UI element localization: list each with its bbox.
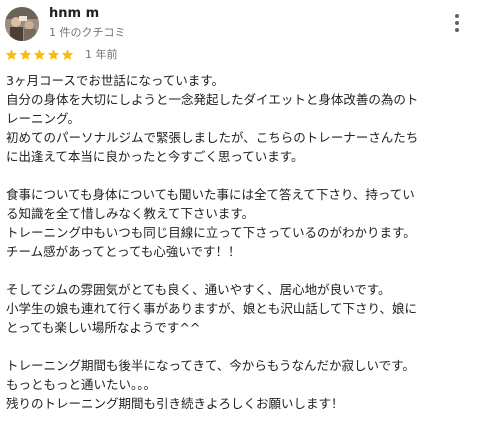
review-line: とっても楽しい場所なようです^^ [6,320,201,335]
review-line: そしてジムの雰囲気がとても良く、通いやすく、居心地が良いです。 [6,282,391,297]
review-line: レーニング。 [6,111,81,126]
review-text: 3ヶ月コースでお世話になっています。自分の身体を大切にしようと一念発起したダイエ… [6,71,484,413]
review-line: 食事についても身体についても聞いた事には全て答えて下さり、持ってい [6,187,415,202]
star-icon [5,48,18,60]
review-line: る知識を全て惜しみなく教えて下さいます。 [6,206,255,221]
review-date: 1 年前 [85,48,118,61]
review-blank-line [6,337,484,356]
review-card: hnm m 1 件のクチコミ 1 年前 3ヶ月コースでお世話になっています。自分… [0,0,491,445]
more-vert-icon[interactable] [447,12,467,34]
star-icon [47,48,60,60]
review-line: トレーニング中もいつも同じ目線に立って下さっているのがわかります。 [6,225,416,240]
avatar[interactable] [5,7,39,41]
review-line: 残りのトレーニング期間も引き続きよろしくお願いします！ [6,396,344,411]
review-line: トレーニング期間も後半になってきて、今からもうなんだか寂しいです。 [6,358,415,373]
review-blank-line [6,261,484,280]
star-icon [61,48,74,60]
rating-row: 1 年前 [5,46,118,62]
review-line: 3ヶ月コースでお世話になっています。 [6,73,224,88]
review-line: 初めてのパーソナルジムで緊張しましたが、こちらのトレーナーさんたち [6,130,419,145]
author-review-count: 1 件のクチコミ [49,26,126,39]
star-rating [5,48,75,61]
review-line: チーム感があってとっても心強いです！！ [6,244,241,259]
review-line: 小学生の娘も連れて行く事がありますが、娘とも沢山話して下さり、娘に [6,301,418,316]
star-icon [33,48,46,60]
review-blank-line [6,166,484,185]
review-line: もっともっと通いたい。。。 [6,377,157,392]
review-line: に出逢えて本当に良かったと今すごく思っています。 [6,149,304,164]
review-line: 自分の身体を大切にしようと一念発起したダイエットと身体改善の為のト [6,92,419,107]
star-icon [19,48,32,60]
author-name[interactable]: hnm m [49,6,99,21]
